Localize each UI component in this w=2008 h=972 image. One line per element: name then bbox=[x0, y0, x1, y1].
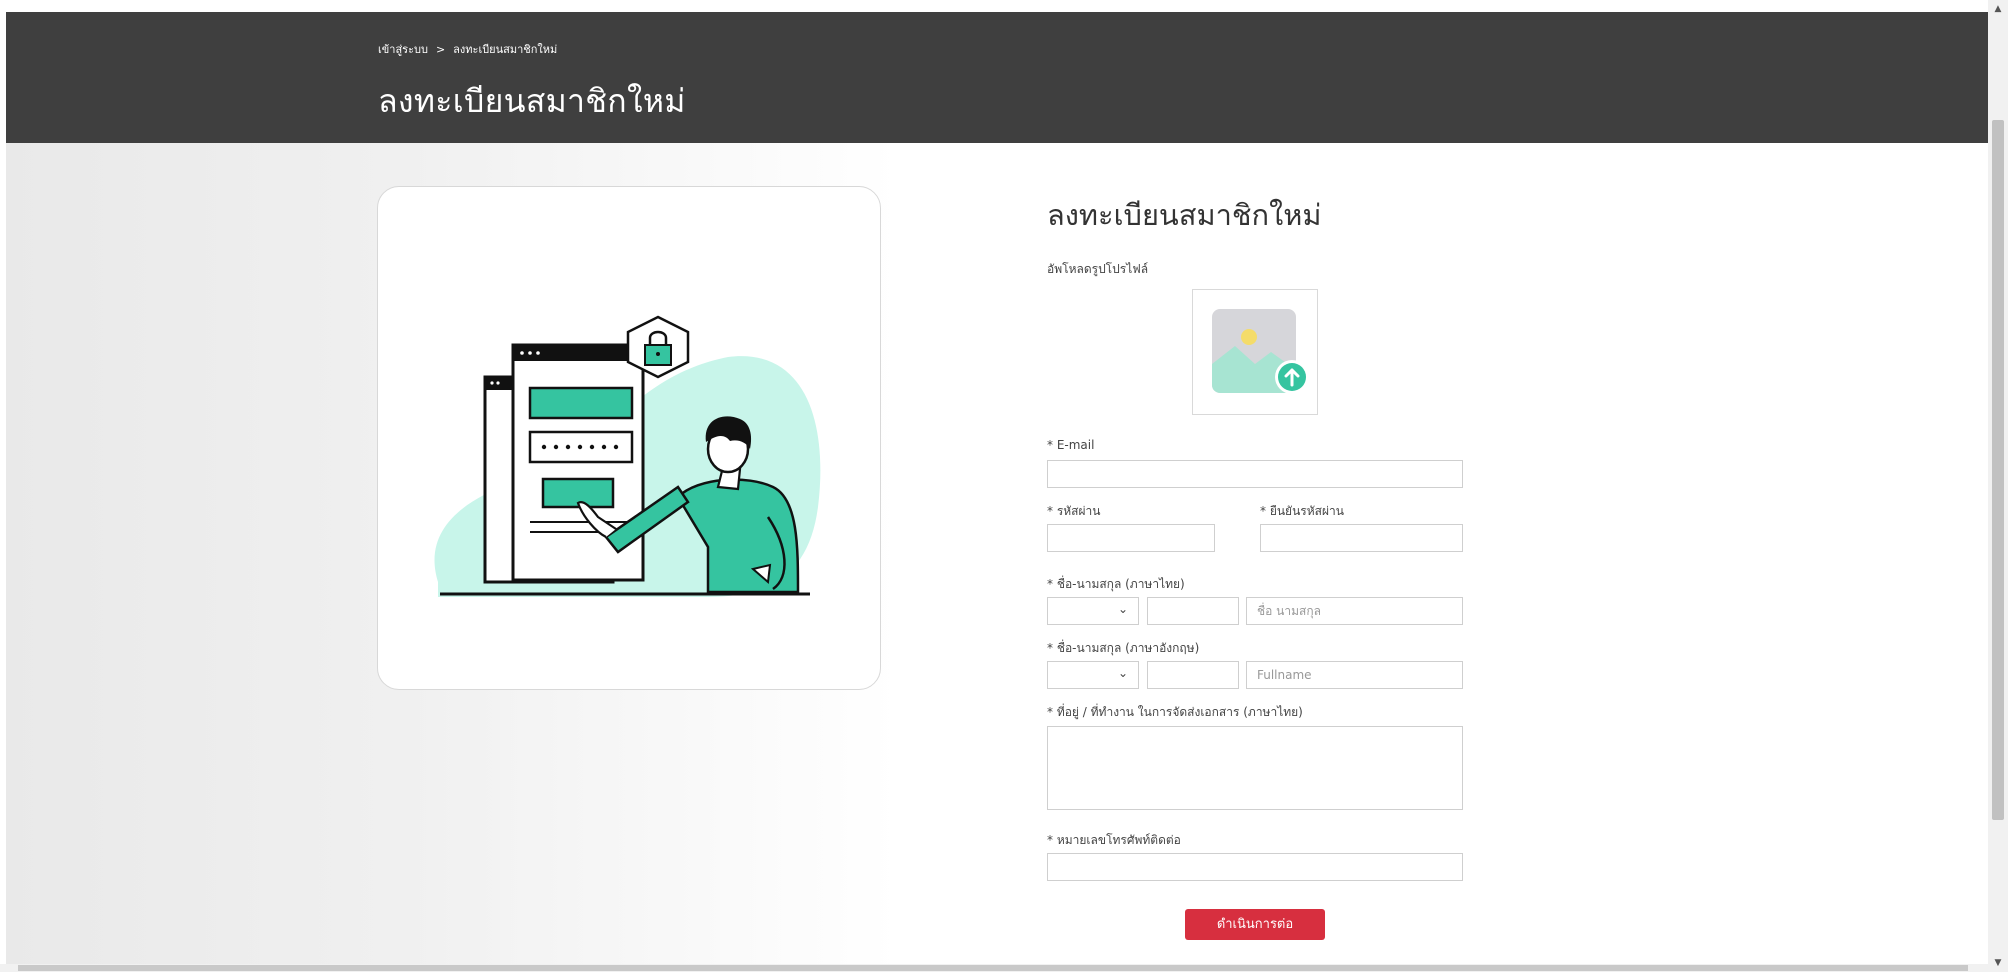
phone-field[interactable] bbox=[1047, 853, 1463, 881]
scroll-thumb[interactable] bbox=[1992, 120, 2004, 820]
password-field[interactable] bbox=[1047, 524, 1215, 552]
name-th-label: * ชื่อ-นามสกุล (ภาษาไทย) bbox=[1047, 577, 1185, 591]
confirm-password-label: * ยืนยันรหัสผ่าน bbox=[1260, 504, 1344, 518]
fullname-th-field[interactable]: ชื่อ นามสกุล bbox=[1246, 597, 1463, 625]
horizontal-scroll-thumb[interactable] bbox=[18, 965, 1968, 971]
page-header: เข้าสู่ระบบ > ลงทะเบียนสมาชิกใหม่ ลงทะเบ… bbox=[6, 12, 1988, 143]
profile-image-upload[interactable] bbox=[1192, 289, 1318, 415]
email-field[interactable] bbox=[1047, 460, 1463, 488]
upload-profile-label: อัพโหลดรูปโปรไฟล์ bbox=[1047, 262, 1149, 276]
phone-label: * หมายเลขโทรศัพท์ติดต่อ bbox=[1047, 833, 1181, 847]
image-upload-icon bbox=[1212, 309, 1309, 394]
page-top-gap bbox=[0, 0, 1988, 12]
continue-button[interactable]: ดำเนินการต่อ bbox=[1185, 909, 1325, 940]
fullname-en-field[interactable]: Fullname bbox=[1246, 661, 1463, 689]
title-th-select[interactable]: ⌄ bbox=[1047, 597, 1139, 625]
scroll-up-arrow-icon[interactable]: ▲ bbox=[1988, 0, 2008, 18]
chevron-down-icon: ⌄ bbox=[1117, 666, 1128, 680]
breadcrumb: เข้าสู่ระบบ > ลงทะเบียนสมาชิกใหม่ bbox=[378, 40, 557, 58]
scroll-down-arrow-icon[interactable]: ▼ bbox=[1988, 954, 2008, 972]
firstname-th-field[interactable] bbox=[1147, 597, 1239, 625]
login-security-illustration bbox=[434, 315, 821, 597]
chevron-down-icon: ⌄ bbox=[1117, 602, 1128, 616]
form-title: ลงทะเบียนสมาชิกใหม่ bbox=[1047, 198, 1322, 232]
illustration-card bbox=[377, 186, 881, 690]
confirm-password-field[interactable] bbox=[1260, 524, 1463, 552]
address-textarea[interactable] bbox=[1047, 726, 1463, 810]
email-label: * E-mail bbox=[1047, 438, 1095, 452]
page-title: ลงทะเบียนสมาชิกใหม่ bbox=[378, 82, 686, 120]
title-en-select[interactable]: ⌄ bbox=[1047, 661, 1139, 689]
main-content bbox=[6, 143, 1988, 972]
password-label: * รหัสผ่าน bbox=[1047, 504, 1101, 518]
breadcrumb-separator: > bbox=[435, 42, 446, 56]
address-label: * ที่อยู่ / ที่ทำงาน ในการจัดส่งเอกสาร (… bbox=[1047, 705, 1303, 719]
breadcrumb-home-link[interactable]: เข้าสู่ระบบ bbox=[378, 40, 428, 58]
horizontal-scrollbar[interactable] bbox=[0, 964, 1988, 972]
breadcrumb-current: ลงทะเบียนสมาชิกใหม่ bbox=[453, 43, 558, 56]
firstname-en-field[interactable] bbox=[1147, 661, 1239, 689]
vertical-scrollbar[interactable]: ▲ ▼ bbox=[1988, 0, 2008, 972]
name-en-label: * ชื่อ-นามสกุล (ภาษาอังกฤษ) bbox=[1047, 641, 1200, 655]
